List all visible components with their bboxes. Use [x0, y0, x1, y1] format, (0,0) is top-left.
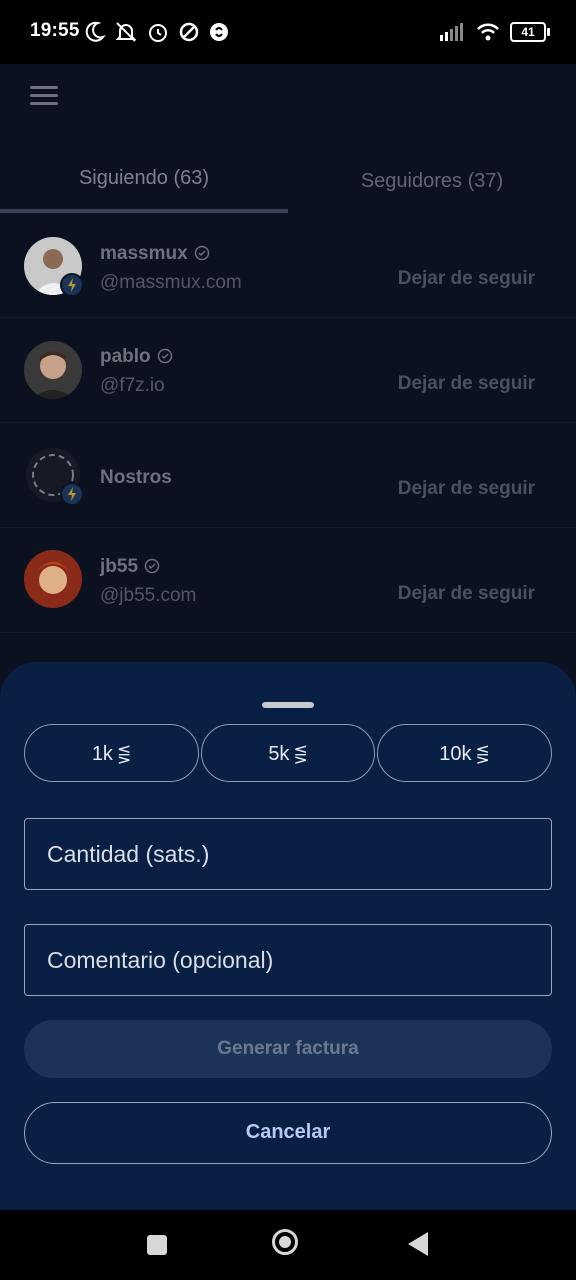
- list-item[interactable]: pablo @f7z.io Dejar de seguir: [0, 318, 576, 423]
- status-bar: 19:55 41: [0, 0, 576, 64]
- shield-icon: [179, 22, 199, 42]
- user-name: pablo: [100, 346, 173, 370]
- signal-icon: [440, 23, 463, 41]
- sheet-drag-handle[interactable]: [262, 702, 314, 708]
- generate-invoice-button[interactable]: Generar factura: [24, 1020, 552, 1078]
- wifi-icon: [477, 23, 499, 41]
- avatar[interactable]: [24, 341, 82, 399]
- user-handle: @massmux.com: [100, 272, 242, 293]
- avatar[interactable]: [24, 446, 84, 506]
- cancel-button[interactable]: Cancelar: [24, 1102, 552, 1164]
- amount-input[interactable]: [25, 819, 551, 889]
- tab-following-label: Siguiendo (63): [78, 167, 210, 189]
- avatar[interactable]: [24, 237, 84, 297]
- user-handle: @jb55.com: [100, 585, 197, 606]
- list-item[interactable]: massmux @massmux.com Dejar de seguir: [0, 213, 576, 318]
- shazam-icon: [210, 23, 228, 41]
- avatar[interactable]: [24, 550, 82, 608]
- system-nav-bar: [0, 1210, 576, 1280]
- unfollow-button[interactable]: Dejar de seguir: [398, 583, 535, 605]
- user-name: Nostros: [100, 467, 172, 488]
- sats-icon: ⋚: [293, 745, 308, 764]
- zap-bottom-sheet: 1k⋚ 5k⋚ 10k⋚ Generar factura Cancelar: [0, 662, 576, 1210]
- tab-followers-label: Seguidores (37): [360, 170, 504, 192]
- follow-tabs: Siguiendo (63) Seguidores (37): [0, 150, 576, 214]
- battery-icon: 41: [510, 22, 550, 42]
- comment-field-container: [24, 924, 552, 996]
- recent-apps-icon[interactable]: [147, 1235, 167, 1255]
- list-item[interactable]: Nostros Dejar de seguir: [0, 423, 576, 528]
- tab-followers[interactable]: Seguidores (37): [288, 150, 576, 214]
- verified-check-icon: [157, 348, 173, 370]
- sats-icon: ⋚: [475, 745, 490, 764]
- tab-following[interactable]: Siguiendo (63): [0, 150, 288, 214]
- amount-label: 5k: [268, 743, 290, 765]
- unfollow-button[interactable]: Dejar de seguir: [398, 268, 535, 290]
- amount-label: 10k: [439, 743, 472, 765]
- home-icon[interactable]: [272, 1229, 298, 1255]
- amount-1k-button[interactable]: 1k ⋚: [24, 724, 199, 782]
- moon-icon: [85, 21, 106, 42]
- status-time: 19:55: [30, 20, 80, 41]
- bell-off-icon: [115, 22, 137, 42]
- list-item[interactable]: jb55 @jb55.com Dejar de seguir: [0, 528, 576, 633]
- user-handle: @f7z.io: [100, 375, 165, 396]
- sats-icon: ⋚: [116, 745, 132, 764]
- unfollow-button[interactable]: Dejar de seguir: [398, 373, 535, 395]
- verified-check-icon: [194, 245, 210, 267]
- alarm-icon: [149, 24, 167, 42]
- amount-5k-button[interactable]: 5k ⋚: [201, 724, 375, 782]
- status-icons-left: [84, 20, 230, 44]
- verified-check-icon: [144, 558, 160, 580]
- hamburger-menu-icon[interactable]: [30, 86, 58, 108]
- amount-10k-button[interactable]: 10k ⋚: [377, 724, 552, 782]
- zap-badge-icon: [60, 273, 84, 297]
- user-name: jb55: [100, 556, 160, 580]
- comment-input[interactable]: [25, 925, 551, 995]
- zap-badge-icon: [60, 482, 84, 506]
- amount-field-container: [24, 818, 552, 890]
- back-icon[interactable]: [408, 1232, 428, 1256]
- unfollow-button[interactable]: Dejar de seguir: [398, 478, 535, 500]
- status-icons-right: 41: [440, 20, 550, 44]
- amount-label: 1k: [91, 743, 113, 765]
- user-name: massmux: [100, 243, 210, 267]
